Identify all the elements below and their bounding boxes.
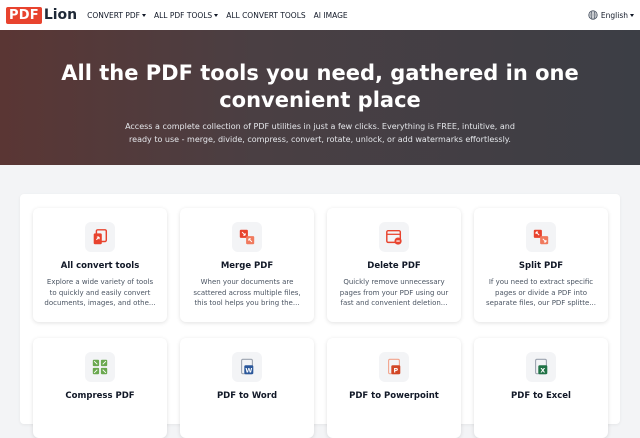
tool-card-split[interactable]: Split PDF If you need to extract specifi… [474, 208, 608, 322]
chevron-down-icon [214, 13, 219, 17]
tools-panel: All convert tools Explore a wide variety… [20, 194, 620, 438]
tool-card-compress[interactable]: Compress PDF [33, 338, 167, 438]
tool-title: All convert tools [60, 261, 140, 271]
logo-lion-text: Lion [43, 7, 78, 23]
excel-icon: X [535, 358, 548, 374]
tool-description: Explore a wide variety of tools to quick… [44, 278, 156, 307]
tool-description: When your documents are scattered across… [193, 278, 301, 307]
tool-icon-box [526, 222, 556, 252]
tool-icon-box: X [526, 352, 556, 382]
merge-icon [239, 229, 255, 245]
nav-all-pdf-tools-label: ALL PDF TOOLS [154, 10, 213, 20]
tool-title: Split PDF [518, 261, 564, 271]
compress-icon [92, 359, 108, 375]
chevron-down-icon [142, 13, 146, 17]
top-nav: PDF Lion CONVERT PDF ALL PDF TOOLS ALL C… [0, 0, 640, 30]
tool-title: Delete PDF [367, 261, 421, 271]
chevron-down-icon [630, 13, 634, 17]
nav-convert-pdf[interactable]: CONVERT PDF [87, 11, 146, 20]
tool-card-all-convert[interactable]: All convert tools Explore a wide variety… [33, 208, 167, 322]
language-selector[interactable]: English [588, 10, 634, 20]
globe-icon [588, 10, 598, 20]
tool-icon-box [85, 222, 115, 252]
tool-icon-box: W [232, 352, 262, 382]
nav-convert-pdf-label: CONVERT PDF [87, 10, 140, 20]
nav-ai-image[interactable]: AI IMAGE [314, 11, 348, 20]
tool-card-pdf-to-word[interactable]: W PDF to Word [180, 338, 314, 438]
svg-text:X: X [540, 367, 545, 374]
tool-description: Quickly remove unnecessary pages from yo… [339, 278, 449, 307]
svg-text:P: P [393, 367, 398, 374]
nav-all-convert-tools-label: ALL CONVERT TOOLS [226, 10, 306, 20]
split-icon [533, 229, 549, 245]
tool-icon-box [232, 222, 262, 252]
tool-description: If you need to extract specific pages or… [485, 278, 597, 307]
tool-icon-box [379, 222, 409, 252]
hero-title: All the PDF tools you need, gathered in … [61, 61, 579, 112]
tool-card-delete[interactable]: Delete PDF Quickly remove unnecessary pa… [327, 208, 461, 322]
tool-icon-box [85, 352, 115, 382]
word-icon: W [241, 358, 254, 374]
hero-banner: All the PDF tools you need, gathered in … [0, 30, 640, 165]
tool-card-pdf-to-excel[interactable]: X PDF to Excel [474, 338, 608, 438]
nav-all-pdf-tools[interactable]: ALL PDF TOOLS [154, 10, 219, 20]
logo[interactable]: PDF Lion [6, 6, 78, 24]
convert-icon [93, 229, 108, 245]
hero-subtitle: Access a complete collection of PDF util… [125, 122, 515, 144]
svg-text:W: W [245, 367, 252, 374]
delete-icon [386, 229, 402, 245]
tool-icon-box: P [379, 352, 409, 382]
logo-pdf-text: PDF [6, 6, 42, 24]
nav-all-convert-tools[interactable]: ALL CONVERT TOOLS [226, 11, 305, 20]
nav-ai-image-label: AI IMAGE [313, 10, 348, 20]
tool-card-pdf-to-powerpoint[interactable]: P PDF to Powerpoint [327, 338, 461, 438]
tool-title: Merge PDF [220, 261, 274, 271]
language-label: English [600, 10, 628, 20]
powerpoint-icon: P [388, 358, 401, 374]
tool-card-merge[interactable]: Merge PDF When your documents are scatte… [180, 208, 314, 322]
